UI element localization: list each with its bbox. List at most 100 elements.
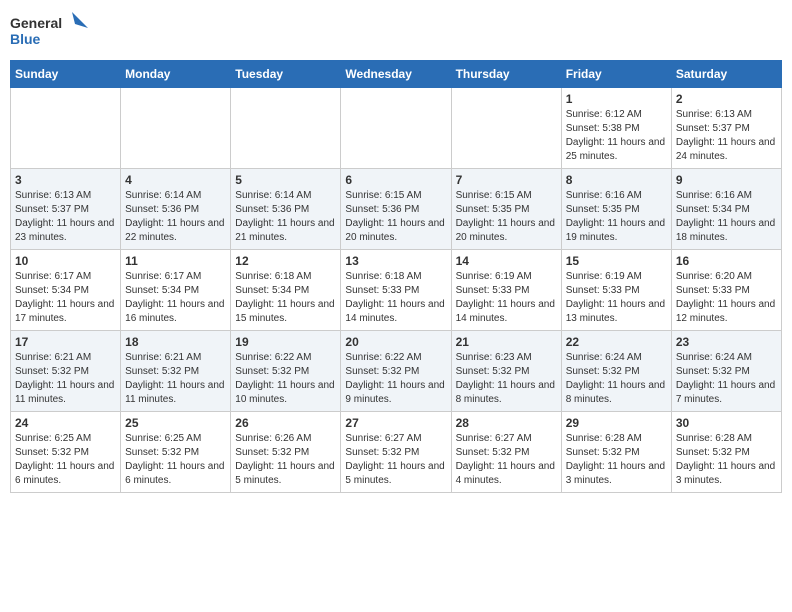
day-number: 18 (125, 335, 226, 349)
calendar-header: SundayMondayTuesdayWednesdayThursdayFrid… (11, 61, 782, 88)
calendar-cell: 5 Sunrise: 6:14 AM Sunset: 5:36 PM Daylig… (231, 169, 341, 250)
calendar-cell (231, 88, 341, 169)
calendar-cell: 27 Sunrise: 6:27 AM Sunset: 5:32 PM Dayli… (341, 412, 451, 493)
calendar-cell: 23 Sunrise: 6:24 AM Sunset: 5:32 PM Dayli… (671, 331, 781, 412)
day-info: Sunrise: 6:16 AM Sunset: 5:34 PM Dayligh… (676, 189, 777, 245)
svg-text:Blue: Blue (10, 31, 41, 47)
day-info: Sunrise: 6:28 AM Sunset: 5:32 PM Dayligh… (676, 432, 777, 488)
calendar-body: 1 Sunrise: 6:12 AM Sunset: 5:38 PM Daylig… (11, 88, 782, 493)
day-number: 12 (235, 254, 336, 268)
calendar-cell: 21 Sunrise: 6:23 AM Sunset: 5:32 PM Dayli… (451, 331, 561, 412)
calendar-cell: 1 Sunrise: 6:12 AM Sunset: 5:38 PM Daylig… (561, 88, 671, 169)
day-number: 4 (125, 173, 226, 187)
calendar-cell (341, 88, 451, 169)
calendar-cell: 15 Sunrise: 6:19 AM Sunset: 5:33 PM Dayli… (561, 250, 671, 331)
calendar-week-row: 3Sunrise: 6:13 AM Sunset: 5:37 PM Daylig… (11, 169, 782, 250)
day-number: 30 (676, 416, 777, 430)
day-number: 3 (15, 173, 116, 187)
weekday-header: Tuesday (231, 61, 341, 88)
day-number: 5 (235, 173, 336, 187)
weekday-header: Sunday (11, 61, 121, 88)
day-number: 14 (456, 254, 557, 268)
calendar-cell: 7 Sunrise: 6:15 AM Sunset: 5:35 PM Daylig… (451, 169, 561, 250)
weekday-header: Monday (121, 61, 231, 88)
calendar-cell (11, 88, 121, 169)
day-info: Sunrise: 6:21 AM Sunset: 5:32 PM Dayligh… (125, 351, 226, 407)
logo: GeneralBlue (10, 10, 90, 50)
day-number: 9 (676, 173, 777, 187)
day-number: 28 (456, 416, 557, 430)
day-number: 16 (676, 254, 777, 268)
calendar-cell: 13 Sunrise: 6:18 AM Sunset: 5:33 PM Dayli… (341, 250, 451, 331)
day-info: Sunrise: 6:28 AM Sunset: 5:32 PM Dayligh… (566, 432, 667, 488)
svg-text:General: General (10, 15, 62, 31)
day-number: 20 (345, 335, 446, 349)
calendar-cell: 9 Sunrise: 6:16 AM Sunset: 5:34 PM Daylig… (671, 169, 781, 250)
calendar-week-row: 17 Sunrise: 6:21 AM Sunset: 5:32 PM Dayli… (11, 331, 782, 412)
calendar-cell: 30 Sunrise: 6:28 AM Sunset: 5:32 PM Dayli… (671, 412, 781, 493)
day-number: 1 (566, 92, 667, 106)
day-info: Sunrise: 6:27 AM Sunset: 5:32 PM Dayligh… (345, 432, 446, 488)
calendar-cell (451, 88, 561, 169)
day-number: 27 (345, 416, 446, 430)
day-number: 17 (15, 335, 116, 349)
day-info: Sunrise: 6:15 AM Sunset: 5:36 PM Dayligh… (345, 189, 446, 245)
day-info: Sunrise: 6:25 AM Sunset: 5:32 PM Dayligh… (125, 432, 226, 488)
day-info: Sunrise: 6:17 AM Sunset: 5:34 PM Dayligh… (125, 270, 226, 326)
day-info: Sunrise: 6:23 AM Sunset: 5:32 PM Dayligh… (456, 351, 557, 407)
day-number: 24 (15, 416, 116, 430)
day-info: Sunrise: 6:15 AM Sunset: 5:35 PM Dayligh… (456, 189, 557, 245)
day-number: 7 (456, 173, 557, 187)
weekday-header-row: SundayMondayTuesdayWednesdayThursdayFrid… (11, 61, 782, 88)
day-number: 29 (566, 416, 667, 430)
day-info: Sunrise: 6:12 AM Sunset: 5:38 PM Dayligh… (566, 108, 667, 164)
day-number: 19 (235, 335, 336, 349)
day-info: Sunrise: 6:14 AM Sunset: 5:36 PM Dayligh… (235, 189, 336, 245)
calendar-cell: 20Sunrise: 6:22 AM Sunset: 5:32 PM Dayli… (341, 331, 451, 412)
calendar-week-row: 10 Sunrise: 6:17 AM Sunset: 5:34 PM Dayli… (11, 250, 782, 331)
calendar-cell: 3Sunrise: 6:13 AM Sunset: 5:37 PM Daylig… (11, 169, 121, 250)
calendar-cell: 4 Sunrise: 6:14 AM Sunset: 5:36 PM Daylig… (121, 169, 231, 250)
day-info: Sunrise: 6:24 AM Sunset: 5:32 PM Dayligh… (676, 351, 777, 407)
weekday-header: Saturday (671, 61, 781, 88)
calendar-cell: 29 Sunrise: 6:28 AM Sunset: 5:32 PM Dayli… (561, 412, 671, 493)
day-info: Sunrise: 6:20 AM Sunset: 5:33 PM Dayligh… (676, 270, 777, 326)
day-info: Sunrise: 6:22 AM Sunset: 5:32 PM Dayligh… (235, 351, 336, 407)
calendar-week-row: 24 Sunrise: 6:25 AM Sunset: 5:32 PM Dayli… (11, 412, 782, 493)
day-number: 11 (125, 254, 226, 268)
calendar-cell: 8 Sunrise: 6:16 AM Sunset: 5:35 PM Daylig… (561, 169, 671, 250)
day-info: Sunrise: 6:24 AM Sunset: 5:32 PM Dayligh… (566, 351, 667, 407)
day-info: Sunrise: 6:18 AM Sunset: 5:34 PM Dayligh… (235, 270, 336, 326)
day-info: Sunrise: 6:26 AM Sunset: 5:32 PM Dayligh… (235, 432, 336, 488)
calendar-cell: 10 Sunrise: 6:17 AM Sunset: 5:34 PM Dayli… (11, 250, 121, 331)
day-number: 22 (566, 335, 667, 349)
day-number: 8 (566, 173, 667, 187)
calendar-cell: 17 Sunrise: 6:21 AM Sunset: 5:32 PM Dayli… (11, 331, 121, 412)
weekday-header: Friday (561, 61, 671, 88)
day-info: Sunrise: 6:18 AM Sunset: 5:33 PM Dayligh… (345, 270, 446, 326)
day-info: Sunrise: 6:25 AM Sunset: 5:32 PM Dayligh… (15, 432, 116, 488)
day-info: Sunrise: 6:21 AM Sunset: 5:32 PM Dayligh… (15, 351, 116, 407)
day-number: 2 (676, 92, 777, 106)
calendar-cell: 18 Sunrise: 6:21 AM Sunset: 5:32 PM Dayli… (121, 331, 231, 412)
day-number: 25 (125, 416, 226, 430)
day-number: 13 (345, 254, 446, 268)
day-number: 21 (456, 335, 557, 349)
calendar-cell: 2Sunrise: 6:13 AM Sunset: 5:37 PM Daylig… (671, 88, 781, 169)
day-number: 23 (676, 335, 777, 349)
calendar-cell: 6Sunrise: 6:15 AM Sunset: 5:36 PM Daylig… (341, 169, 451, 250)
day-info: Sunrise: 6:19 AM Sunset: 5:33 PM Dayligh… (456, 270, 557, 326)
calendar-cell: 11 Sunrise: 6:17 AM Sunset: 5:34 PM Dayli… (121, 250, 231, 331)
day-info: Sunrise: 6:14 AM Sunset: 5:36 PM Dayligh… (125, 189, 226, 245)
day-number: 15 (566, 254, 667, 268)
day-info: Sunrise: 6:19 AM Sunset: 5:33 PM Dayligh… (566, 270, 667, 326)
weekday-header: Wednesday (341, 61, 451, 88)
calendar-cell: 28 Sunrise: 6:27 AM Sunset: 5:32 PM Dayli… (451, 412, 561, 493)
calendar-cell: 12 Sunrise: 6:18 AM Sunset: 5:34 PM Dayli… (231, 250, 341, 331)
day-info: Sunrise: 6:16 AM Sunset: 5:35 PM Dayligh… (566, 189, 667, 245)
day-number: 10 (15, 254, 116, 268)
day-info: Sunrise: 6:17 AM Sunset: 5:34 PM Dayligh… (15, 270, 116, 326)
calendar-cell: 14 Sunrise: 6:19 AM Sunset: 5:33 PM Dayli… (451, 250, 561, 331)
day-info: Sunrise: 6:27 AM Sunset: 5:32 PM Dayligh… (456, 432, 557, 488)
page-header: GeneralBlue (10, 10, 782, 50)
